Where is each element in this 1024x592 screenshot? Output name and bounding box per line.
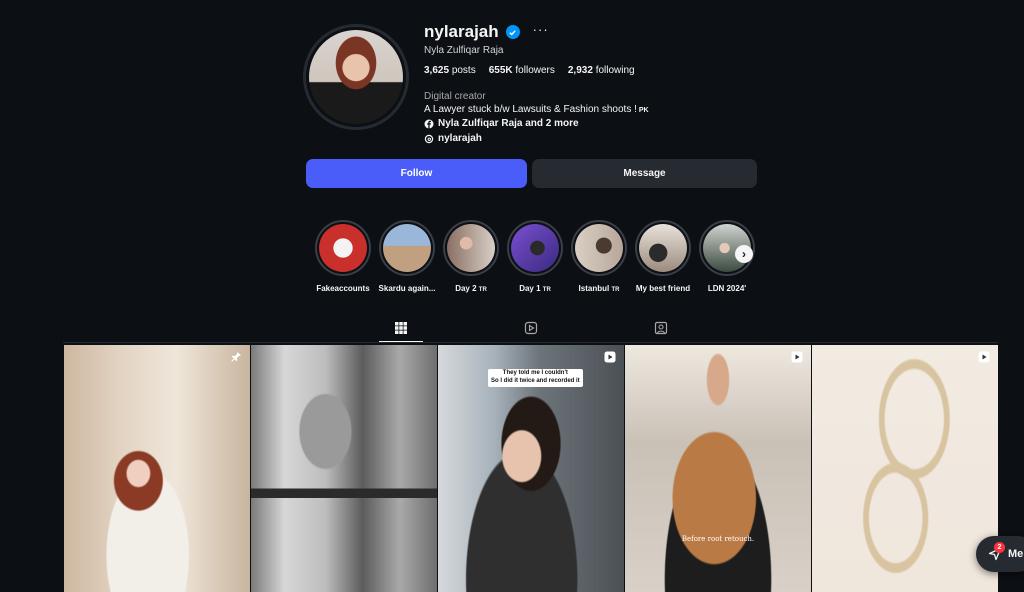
post-overlay-text: They told me I couldn't So I did it twic… <box>488 369 583 387</box>
active-tab-indicator <box>379 341 423 342</box>
country-flag: PK <box>638 107 649 114</box>
grid-icon <box>395 322 407 334</box>
highlight-label: Skardu again... <box>378 284 436 293</box>
profile-stats: 3,625 posts 655K followers 2,932 followi… <box>424 65 635 76</box>
highlight-day2[interactable]: Day 2 TR <box>442 220 500 293</box>
facebook-link[interactable]: Nyla Zulfiqar Raja and 2 more <box>424 118 579 129</box>
highlight-cover <box>639 224 687 272</box>
profile-avatar <box>306 27 406 127</box>
reels-icon <box>524 321 538 335</box>
facebook-icon <box>424 119 434 128</box>
highlight-skardu[interactable]: Skardu again... <box>378 220 436 293</box>
messages-label: Me <box>1008 548 1024 560</box>
highlights-next-button[interactable]: › <box>735 245 753 263</box>
followers-link[interactable]: 655K followers <box>489 65 555 76</box>
highlight-label: Day 2 TR <box>455 284 487 293</box>
tagged-icon <box>654 321 668 335</box>
post-thumbnail[interactable] <box>251 345 437 592</box>
profile-avatar-ring[interactable] <box>303 24 409 130</box>
post-caption: Before root retouch. <box>681 535 755 543</box>
highlight-label: Fakeaccounts <box>316 284 370 293</box>
highlight-label: Day 1 TR <box>519 284 551 293</box>
username-row: nylarajah ··· <box>424 22 549 42</box>
highlight-label: LDN 2024' <box>707 284 747 293</box>
reel-icon <box>978 351 990 363</box>
messages-widget[interactable]: 2 Me <box>976 536 1024 572</box>
posts-count: 3,625 posts <box>424 65 476 76</box>
verified-badge-icon <box>505 25 520 39</box>
username: nylarajah <box>424 22 499 41</box>
threads-icon <box>424 134 434 143</box>
post-thumbnail[interactable]: Before root retouch. <box>625 345 811 592</box>
highlight-cover <box>319 224 367 272</box>
reel-icon <box>604 351 616 363</box>
highlight-label: My best friend <box>635 284 691 293</box>
more-options-button[interactable]: ··· <box>533 22 549 37</box>
post-thumbnail[interactable] <box>64 345 250 592</box>
tab-reels[interactable] <box>523 320 539 336</box>
highlight-cover <box>447 224 495 272</box>
category-label: Digital creator <box>424 91 486 102</box>
tab-posts-grid[interactable] <box>393 320 409 336</box>
profile-page: nylarajah ··· Nyla Zulfiqar Raja 3,625 p… <box>0 0 1024 592</box>
threads-link[interactable]: nylarajah <box>424 133 482 144</box>
highlight-best-friend[interactable]: My best friend <box>634 220 692 293</box>
highlight-cover <box>511 224 559 272</box>
reel-icon <box>791 351 803 363</box>
tabs-divider <box>63 342 998 343</box>
tab-tagged[interactable] <box>653 320 669 336</box>
pin-icon <box>231 352 241 362</box>
highlight-cover <box>575 224 623 272</box>
post-thumbnail[interactable] <box>812 345 998 592</box>
follow-button[interactable]: Follow <box>306 159 527 188</box>
highlight-istanbul[interactable]: Istanbul TR <box>570 220 628 293</box>
unread-count-badge: 2 <box>994 542 1005 553</box>
bio-text: A Lawyer stuck b/w Lawsuits & Fashion sh… <box>424 104 649 115</box>
full-name: Nyla Zulfiqar Raja <box>424 45 504 56</box>
highlight-label: Istanbul TR <box>578 284 620 293</box>
following-link[interactable]: 2,932 following <box>568 65 635 76</box>
highlight-cover <box>383 224 431 272</box>
post-thumbnail[interactable]: They told me I couldn't So I did it twic… <box>438 345 624 592</box>
highlight-fakeaccounts[interactable]: Fakeaccounts <box>314 220 372 293</box>
message-button[interactable]: Message <box>532 159 757 188</box>
highlight-day1[interactable]: Day 1 TR <box>506 220 564 293</box>
